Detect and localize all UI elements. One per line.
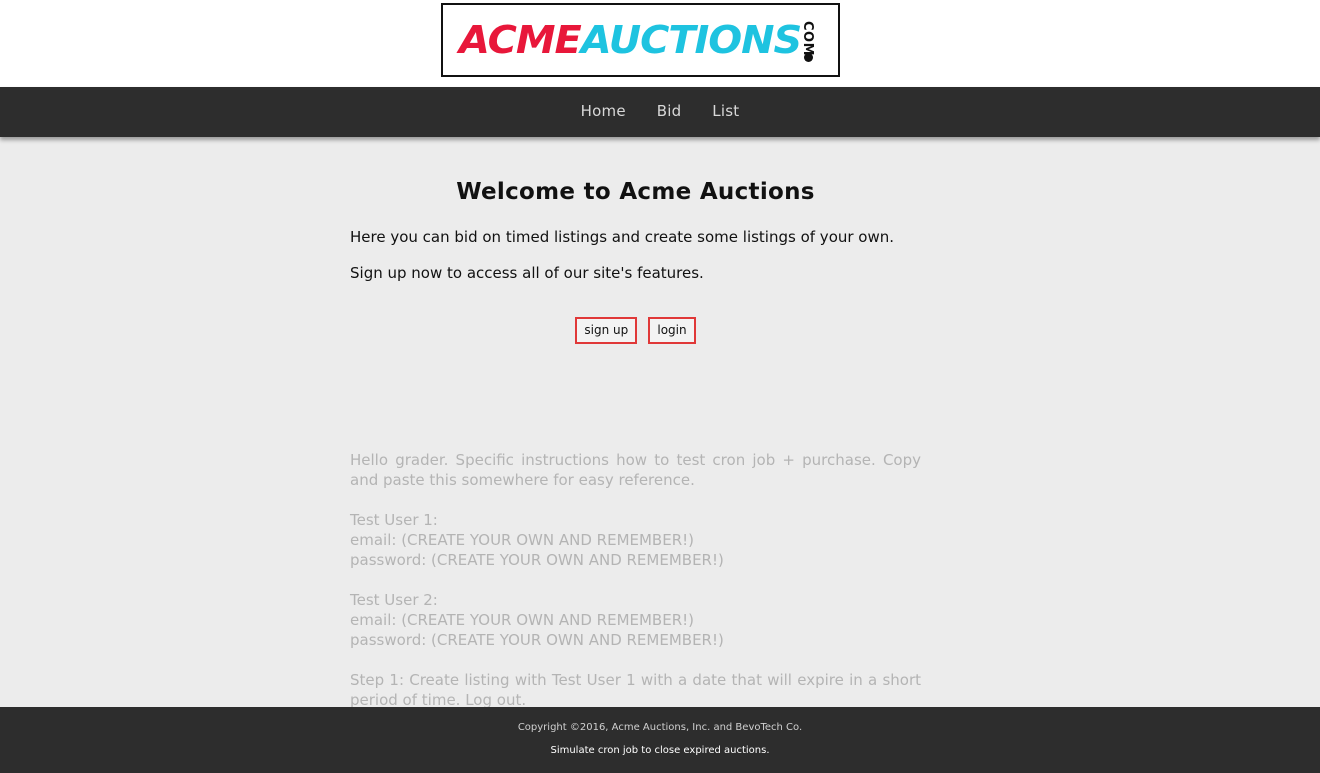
step-1-instruction: Step 1: Create listing with Test User 1 …	[350, 671, 921, 709]
test-user-1-password: password: (CREATE YOUR OWN AND REMEMBER!…	[350, 551, 724, 569]
auth-buttons: sign up login	[350, 317, 921, 344]
main-navigation: Home Bid List	[0, 87, 1320, 137]
intro-paragraph: Here you can bid on timed listings and c…	[350, 228, 895, 246]
test-user-1-title: Test User 1:	[350, 511, 438, 529]
test-user-2-block: Test User 2: email: (CREATE YOUR OWN AND…	[350, 590, 921, 650]
test-user-1-email: email: (CREATE YOUR OWN AND REMEMBER!)	[350, 531, 694, 549]
grader-intro: Hello grader. Specific instructions how …	[350, 451, 921, 489]
test-user-2-title: Test User 2:	[350, 591, 438, 609]
test-user-2-password: password: (CREATE YOUR OWN AND REMEMBER!…	[350, 631, 724, 649]
grader-instructions: Hello grader. Specific instructions how …	[350, 450, 921, 730]
simulate-cron-link[interactable]: Simulate cron job to close expired aucti…	[0, 745, 1320, 756]
site-footer: Copyright ©2016, Acme Auctions, Inc. and…	[0, 707, 1320, 773]
nav-links: Home Bid List	[0, 102, 1320, 120]
logo-com-text: COM	[800, 20, 816, 57]
test-user-1-block: Test User 1: email: (CREATE YOUR OWN AND…	[350, 510, 921, 570]
copyright-text: Copyright ©2016, Acme Auctions, Inc. and…	[517, 722, 803, 733]
nav-bid-link[interactable]: Bid	[657, 102, 682, 120]
sign-up-button[interactable]: sign up	[575, 317, 638, 344]
site-logo[interactable]: ACMEAUCTIONS COM	[441, 3, 840, 77]
nav-home-link[interactable]: Home	[581, 102, 626, 120]
signup-prompt-paragraph: Sign up now to access all of our site's …	[350, 264, 704, 282]
page-title: Welcome to Acme Auctions	[456, 179, 815, 205]
logo-dot-icon	[804, 53, 813, 62]
nav-list-link[interactable]: List	[712, 102, 739, 120]
site-header: ACMEAUCTIONS COM	[0, 0, 1320, 87]
logo-auctions-text: AUCTIONS	[580, 18, 803, 62]
logo-wordmark: ACMEAUCTIONS	[459, 17, 803, 63]
test-user-2-email: email: (CREATE YOUR OWN AND REMEMBER!)	[350, 611, 694, 629]
logo-acme-text: ACME	[459, 18, 582, 62]
login-button[interactable]: login	[648, 317, 696, 344]
welcome-section: Welcome to Acme Auctions Here you can bi…	[350, 170, 921, 344]
